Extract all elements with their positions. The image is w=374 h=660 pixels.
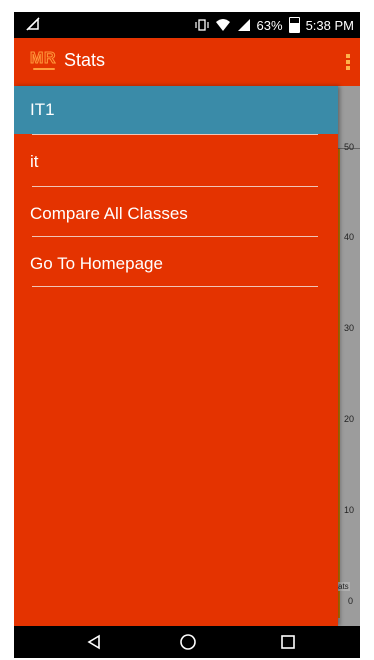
nav-back-icon[interactable] — [86, 634, 102, 650]
drawer-item-go-to-homepage[interactable]: Go To Homepage — [14, 240, 338, 288]
app-logo: MR — [29, 50, 60, 72]
y-tick-label: 0 — [348, 596, 354, 606]
drawer-item-label: IT1 — [30, 100, 55, 119]
legend-fragment: ats — [337, 582, 350, 591]
phone-screen: 63% 5:38 PM MR Stats 50 40 30 20 10 0 at… — [14, 12, 360, 658]
hamburger-icon[interactable] — [14, 54, 16, 70]
divider — [32, 134, 318, 135]
drawer-item-it1[interactable]: IT1 — [14, 86, 338, 134]
y-tick-label: 20 — [344, 414, 355, 424]
battery-icon — [288, 17, 300, 33]
nav-home-icon[interactable] — [179, 633, 197, 651]
nav-recents-icon[interactable] — [280, 634, 296, 650]
y-tick-label: 30 — [344, 323, 355, 333]
y-tick-label: 40 — [344, 232, 355, 242]
wifi-icon — [215, 19, 230, 31]
signal-icon — [237, 19, 250, 31]
vibrate-icon — [194, 19, 209, 31]
y-tick-label: 10 — [344, 505, 355, 515]
status-bar: 63% 5:38 PM — [14, 12, 360, 38]
drawer-item-label: Go To Homepage — [30, 254, 163, 273]
system-navigation-bar — [14, 626, 360, 658]
drawer-item-it[interactable]: it — [14, 138, 338, 186]
drawer-item-compare-all-classes[interactable]: Compare All Classes — [14, 190, 338, 238]
divider — [32, 236, 318, 237]
app-bar: MR Stats — [14, 38, 360, 86]
navigation-drawer: IT1 it Compare All Classes Go To Homepag… — [14, 86, 338, 626]
divider — [32, 286, 318, 287]
page-title: Stats — [64, 50, 106, 70]
drawer-item-label: it — [30, 152, 39, 171]
overflow-menu-icon[interactable] — [346, 52, 352, 72]
clock: 5:38 PM — [305, 17, 354, 33]
drawer-item-label: Compare All Classes — [30, 204, 188, 223]
y-tick-label: 50 — [344, 142, 355, 152]
battery-percent: 63% — [256, 17, 283, 33]
no-signal-icon — [26, 17, 40, 31]
divider — [32, 186, 318, 187]
